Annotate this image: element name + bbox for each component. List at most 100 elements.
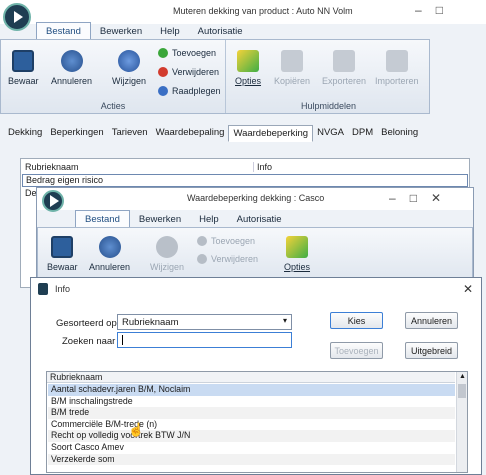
scroll-thumb[interactable] (458, 384, 466, 398)
tab-bestand[interactable]: Bestand (36, 22, 91, 40)
app-logo-icon[interactable] (3, 3, 31, 31)
annuleren-button[interactable]: Annuleren (51, 50, 92, 86)
list-scrollbar[interactable]: ▲ (456, 372, 467, 472)
grid-col-info: Info (253, 162, 272, 172)
search-input[interactable] (117, 332, 292, 348)
tab-help[interactable]: Help (190, 211, 228, 228)
main-titlebar: Muteren dekking van product : Auto NN Vo… (0, 0, 486, 31)
info-titlebar: Info ✕ (31, 278, 481, 300)
tab-dpm[interactable]: DPM (348, 125, 377, 142)
maximize-icon[interactable]: □ (436, 3, 443, 17)
main-content-tabs: Dekking Beperkingen Tarieven Waardebepal… (4, 125, 422, 142)
edit-play-icon (156, 236, 178, 258)
tab-beloning[interactable]: Beloning (377, 125, 422, 142)
sort-select[interactable]: Rubrieknaam ▾ (117, 314, 292, 330)
main-ribbon: Bewaar Annuleren Wijzigen Toevoegen Verw… (0, 39, 430, 114)
bewaar-button[interactable]: Bewaar (8, 50, 39, 86)
grid-col-rubrieknaam: Rubrieknaam (25, 162, 79, 172)
wijzigen-button[interactable]: Wijzigen (112, 50, 146, 86)
export-icon (333, 50, 356, 72)
tab-autorisatie[interactable]: Autorisatie (189, 23, 252, 40)
copy-icon (281, 50, 304, 72)
delete-icon (197, 254, 207, 264)
chevron-down-icon: ▾ (282, 316, 287, 325)
main-window-controls: – □ (415, 3, 443, 17)
grid-row[interactable]: Bedrag eigen risico (22, 174, 468, 187)
tab-nvga[interactable]: NVGA (313, 125, 348, 142)
tab-dekking[interactable]: Dekking (4, 125, 46, 142)
tab-beperkingen[interactable]: Beperkingen (46, 125, 107, 142)
second-window-controls: – □ ✕ (389, 191, 441, 205)
tab-autorisatie[interactable]: Autorisatie (228, 211, 291, 228)
kopieren-button[interactable]: Kopiëren (274, 50, 310, 86)
cancel-icon (60, 50, 83, 72)
exporteren-button[interactable]: Exporteren (322, 50, 366, 86)
scroll-up-icon[interactable]: ▲ (459, 373, 466, 380)
tab-help[interactable]: Help (151, 23, 189, 40)
minimize-icon[interactable]: – (415, 3, 422, 17)
kies-button[interactable]: Kies (330, 312, 383, 329)
tab-waardebepaling[interactable]: Waardebepaling (152, 125, 229, 142)
importeren-button[interactable]: Importeren (375, 50, 419, 86)
uitgebreid-button[interactable]: Uitgebreid (405, 342, 458, 359)
sort-label: Gesorteerd op (56, 318, 117, 329)
group-acties-caption: Acties (100, 101, 126, 111)
main-window-title: Muteren dekking van product : Auto NN Vo… (173, 6, 353, 16)
tab-bewerken[interactable]: Bewerken (130, 211, 190, 228)
list-item[interactable]: Recht op volledig voortrek BTW J/N (48, 430, 455, 442)
add-icon (158, 48, 168, 58)
tab-bestand[interactable]: Bestand (75, 210, 130, 228)
maximize-icon[interactable]: □ (410, 191, 417, 205)
second-ribbon-tabs: Bestand Bewerken Help Autorisatie (75, 210, 291, 228)
add-icon (197, 236, 207, 246)
verwijderen-button[interactable]: Verwijderen (158, 67, 219, 77)
info-title: Info (55, 284, 71, 294)
tab-tarieven[interactable]: Tarieven (108, 125, 152, 142)
second-window-title: Waardebeperking dekking : Casco (187, 193, 325, 203)
list-item[interactable]: B/M inschalingstrede (48, 396, 455, 408)
annuleren-button[interactable]: Annuleren (89, 236, 130, 272)
grid-row[interactable]: De (22, 188, 37, 198)
options-cube-icon (237, 50, 259, 72)
tab-bewerken[interactable]: Bewerken (91, 23, 151, 40)
second-ribbon: Bewaar Annuleren Wijzigen Toevoegen Verw… (37, 227, 473, 282)
info-window-icon (38, 283, 48, 295)
text-cursor (122, 335, 123, 345)
search-label: Zoeken naar (62, 336, 116, 347)
main-ribbon-tabs: Bestand Bewerken Help Autorisatie (36, 22, 252, 40)
view-icon (158, 86, 168, 96)
close-icon[interactable]: ✕ (431, 191, 441, 205)
group-hulpmiddelen: Opties Kopiëren Exporteren Importeren Hu… (226, 40, 431, 113)
info-dialog: Info ✕ Gesorteerd op Rubrieknaam ▾ Zoeke… (30, 277, 482, 475)
second-app-logo-icon[interactable] (42, 190, 64, 212)
opties-button[interactable]: Opties (235, 50, 261, 86)
list-item[interactable]: Verzekerde som (48, 453, 455, 466)
list-item[interactable]: Soort Casco Amev (48, 442, 455, 454)
raadplegen-button[interactable]: Raadplegen (158, 86, 221, 96)
delete-icon (158, 67, 168, 77)
edit-play-icon (118, 50, 140, 72)
list-item[interactable]: Commerciële B/M-trede (n) (48, 419, 455, 431)
bewaar-button[interactable]: Bewaar (47, 236, 78, 272)
options-cube-icon (286, 236, 308, 258)
second-titlebar: Waardebeperking dekking : Casco – □ ✕ (37, 188, 473, 212)
list-item[interactable]: Aantal schadevr.jaren B/M, Noclaim (48, 384, 455, 396)
minimize-icon[interactable]: – (389, 191, 396, 205)
save-icon (12, 50, 35, 72)
toevoegen-button[interactable]: Toevoegen (330, 342, 383, 359)
close-icon[interactable]: ✕ (463, 282, 473, 296)
toevoegen-button[interactable]: Toevoegen (158, 48, 216, 58)
wijzigen-button[interactable]: Wijzigen (150, 236, 184, 272)
annuleren-button[interactable]: Annuleren (405, 312, 458, 329)
group-acties: Bewaar Annuleren Wijzigen Toevoegen Verw… (1, 40, 226, 113)
opties-button[interactable]: Opties (284, 236, 310, 272)
list-header: Rubrieknaam (47, 372, 455, 383)
verwijderen-button[interactable]: Verwijderen (197, 254, 258, 264)
tab-waardebeperking[interactable]: Waardebeperking (228, 125, 314, 142)
import-icon (385, 50, 408, 72)
toevoegen-button[interactable]: Toevoegen (197, 236, 255, 246)
save-icon (51, 236, 74, 258)
list-item[interactable]: B/M trede (48, 407, 455, 419)
item-list[interactable]: Rubrieknaam Aantal schadevr.jaren B/M, N… (46, 371, 468, 473)
cancel-icon (98, 236, 121, 258)
